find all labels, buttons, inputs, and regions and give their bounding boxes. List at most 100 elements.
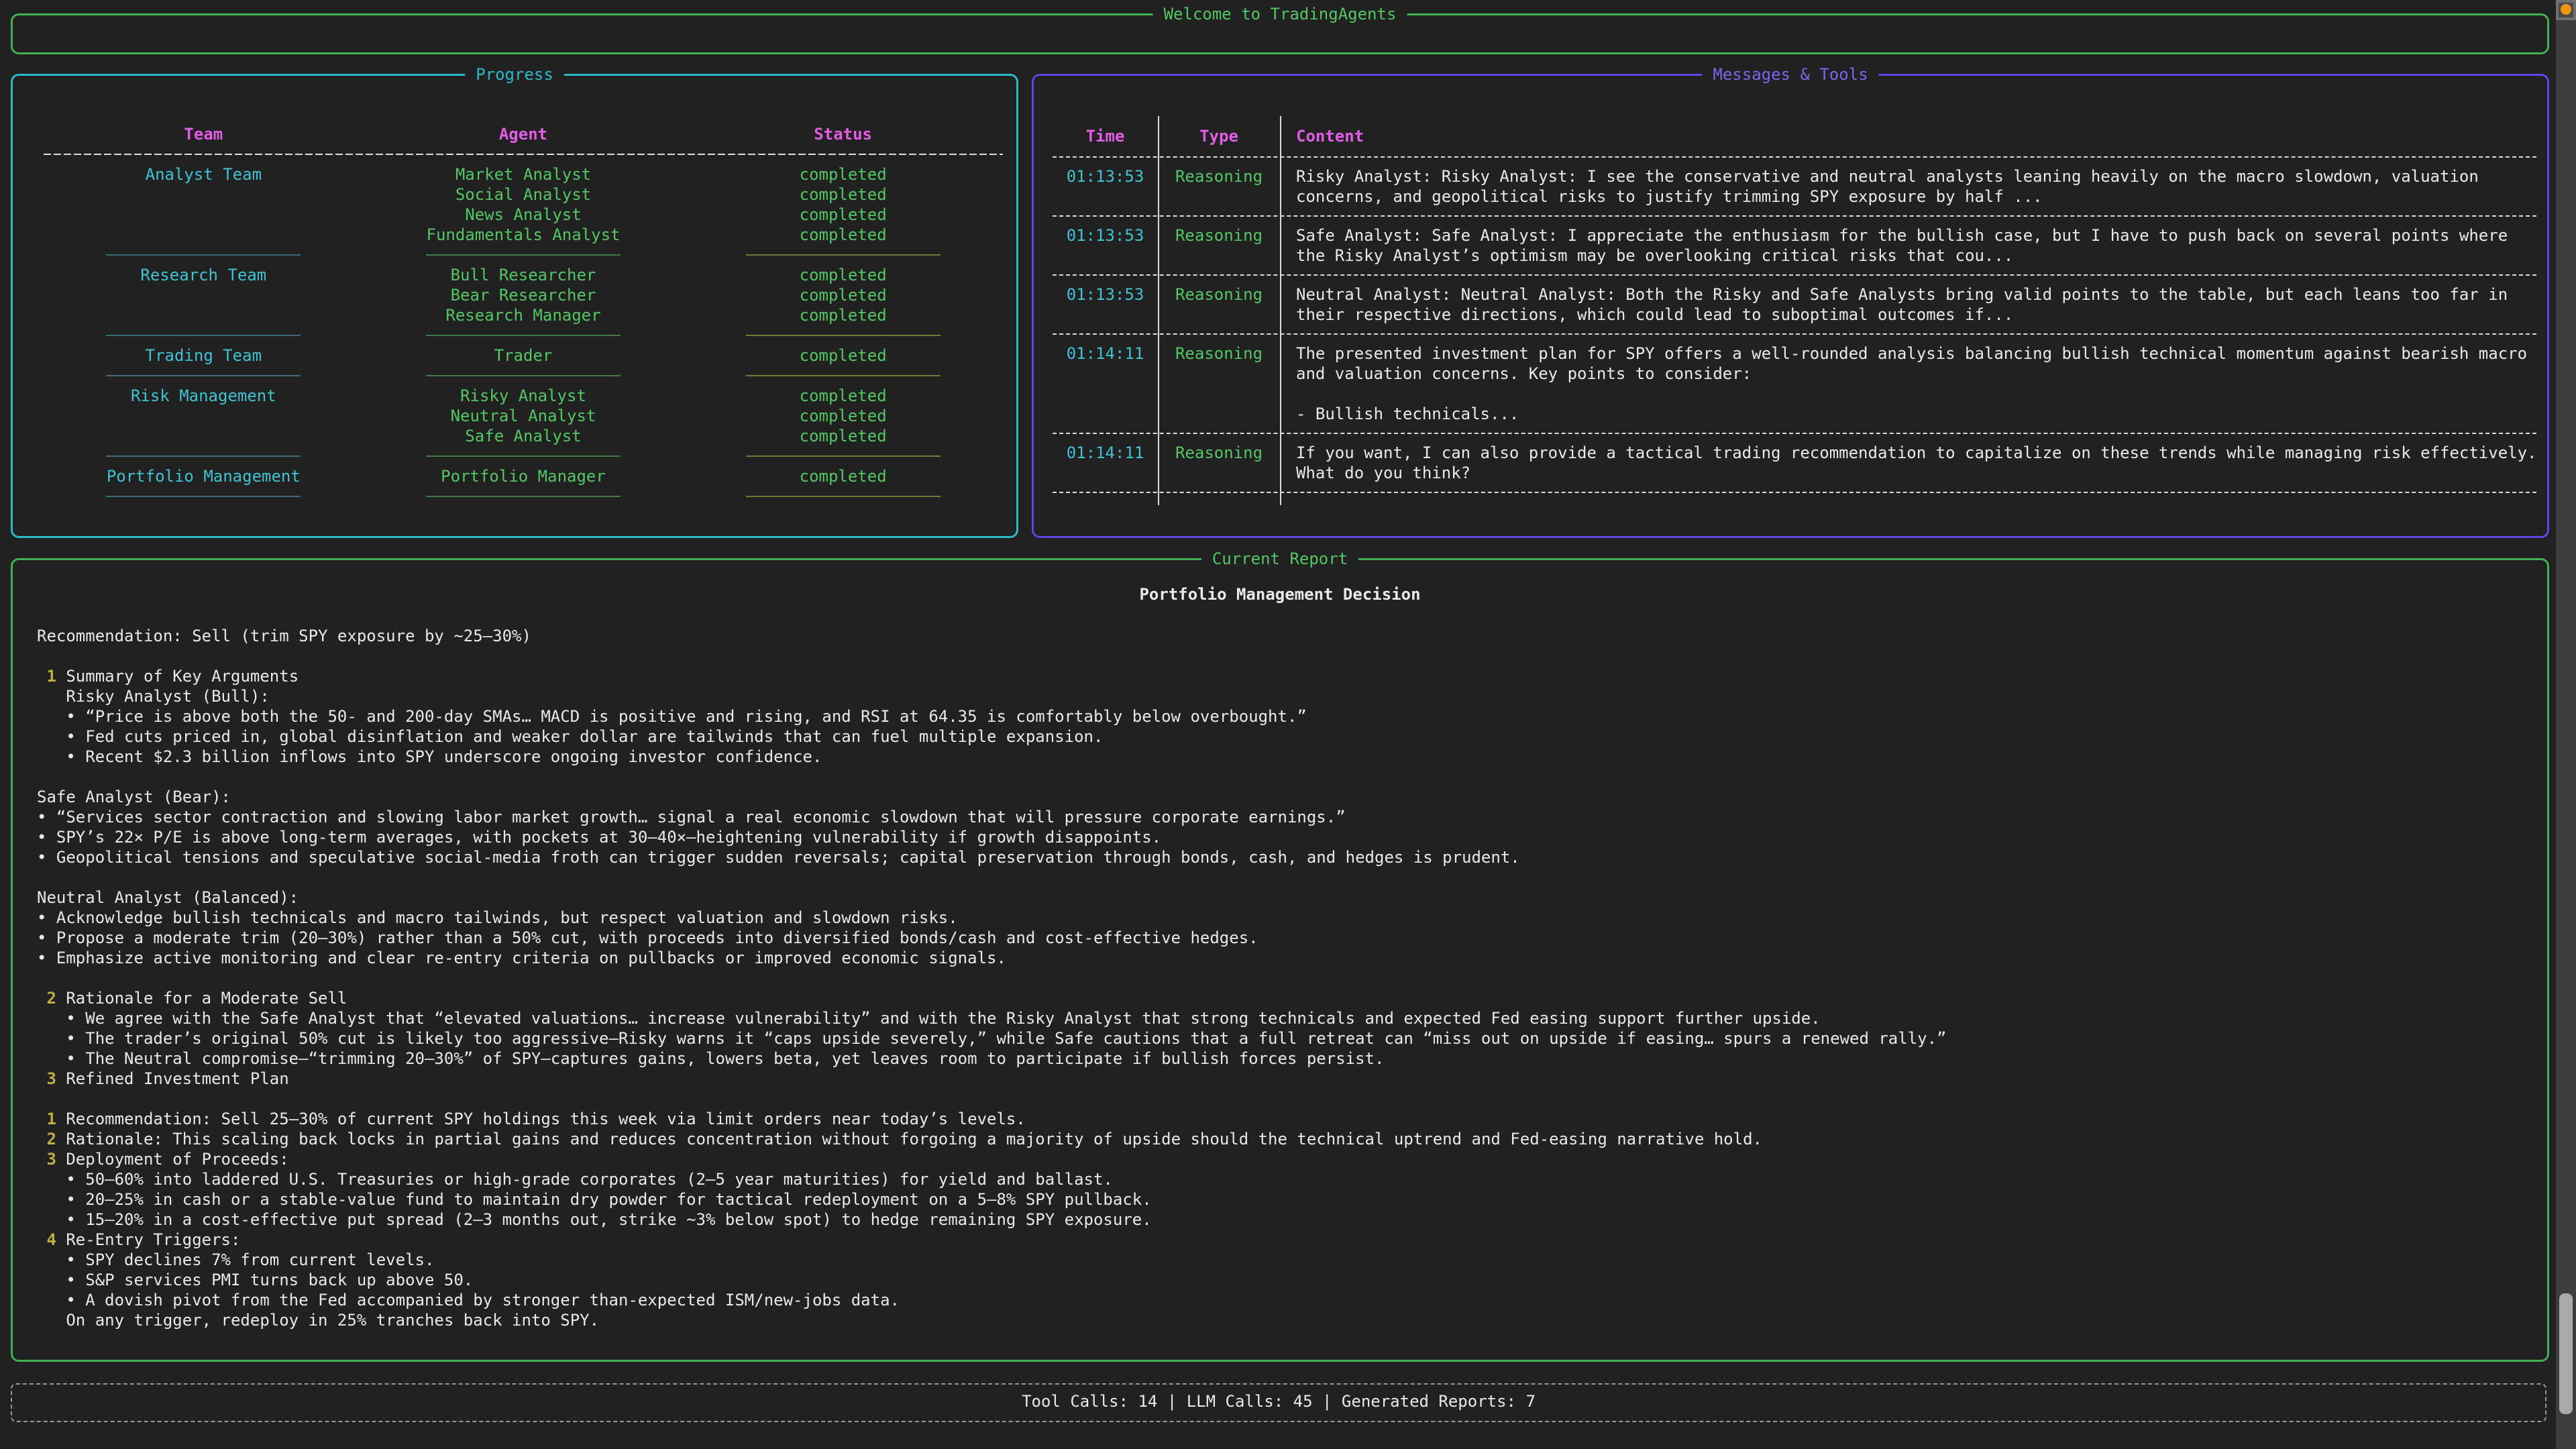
report-line: 3 Refined Investment Plan: [37, 1069, 2547, 1089]
list-number: 1: [46, 1110, 56, 1128]
message-content: Safe Analyst: Safe Analyst: I appreciate…: [1280, 225, 2536, 266]
messages-panel-title: Messages & Tools: [1702, 64, 1878, 85]
report-body: Recommendation: Sell (trim SPY exposure …: [13, 626, 2547, 1330]
status-cell: completed: [683, 466, 1003, 486]
message-line: - Bullish technicals...: [1296, 404, 2536, 424]
report-line: • 20–25% in cash or a stable-value fund …: [37, 1189, 2547, 1210]
status-cell: completed: [683, 265, 1003, 285]
separator-line: [746, 496, 941, 497]
report-line: • Acknowledge bullish technicals and mac…: [37, 908, 2547, 928]
separator-cell: [44, 486, 364, 506]
welcome-panel: Welcome to TradingAgents: [11, 13, 2549, 54]
scrollbar-thumb[interactable]: [2559, 1293, 2573, 1414]
message-content: If you want, I can also provide a tactic…: [1280, 443, 2536, 483]
report-line: • A dovish pivot from the Fed accompanie…: [37, 1290, 2547, 1310]
section-separator-row: [44, 325, 1003, 345]
progress-row: News Analystcompleted: [44, 205, 1003, 225]
separator-cell: [683, 446, 1003, 466]
message-line: and valuation concerns. Key points to co…: [1296, 364, 2536, 384]
progress-row: Portfolio ManagementPortfolio Managercom…: [44, 466, 1003, 486]
message-content: The presented investment plan for SPY of…: [1280, 343, 2536, 424]
report-line: On any trigger, redeploy in 25% tranches…: [37, 1310, 2547, 1330]
report-line: 1 Recommendation: Sell 25–30% of current…: [37, 1109, 2547, 1129]
separator-line: [746, 335, 941, 336]
column-divider: [1280, 116, 1281, 505]
team-cell: [44, 426, 364, 446]
list-number: 2: [46, 1130, 56, 1148]
agent-cell: News Analyst: [364, 205, 684, 225]
report-line: • Emphasize active monitoring and clear …: [37, 948, 2547, 968]
team-cell: [44, 285, 364, 305]
separator-cell: [44, 325, 364, 345]
status-cell: completed: [683, 285, 1003, 305]
agent-cell: Bear Researcher: [364, 285, 684, 305]
report-line: [37, 968, 2547, 988]
team-cell: [44, 205, 364, 225]
column-header-agent: Agent: [364, 124, 684, 144]
separator-cell: [364, 325, 684, 345]
separator-cell: [683, 325, 1003, 345]
report-line: • Recent $2.3 billion inflows into SPY u…: [37, 747, 2547, 767]
list-number: 4: [46, 1230, 56, 1249]
agent-cell: Bull Researcher: [364, 265, 684, 285]
report-line: 3 Deployment of Proceeds:: [37, 1149, 2547, 1169]
report-line: • The Neutral compromise—“trimming 20–30…: [37, 1049, 2547, 1069]
section-separator-row: [44, 366, 1003, 386]
message-time: 01:13:53: [1053, 225, 1158, 246]
status-cell: completed: [683, 205, 1003, 225]
message-line: Risky Analyst: Risky Analyst: I see the …: [1296, 166, 2536, 186]
status-cell: completed: [683, 345, 1003, 366]
separator-line: [426, 254, 621, 256]
agent-cell: Portfolio Manager: [364, 466, 684, 486]
progress-row: Analyst TeamMarket Analystcompleted: [44, 164, 1003, 184]
progress-row: Research TeamBull Researchercompleted: [44, 265, 1003, 285]
separator-line: [106, 496, 301, 497]
separator-cell: [44, 245, 364, 265]
section-separator-row: [44, 486, 1003, 506]
report-line: Neutral Analyst (Balanced):: [37, 888, 2547, 908]
team-cell: [44, 305, 364, 325]
progress-panel-title: Progress: [465, 64, 564, 85]
separator-cell: [44, 446, 364, 466]
report-line: 2 Rationale for a Moderate Sell: [37, 988, 2547, 1008]
list-number: 1: [46, 667, 56, 686]
report-line: • Propose a moderate trim (20–30%) rathe…: [37, 928, 2547, 948]
progress-row: Trading TeamTradercompleted: [44, 345, 1003, 366]
separator-line: [106, 254, 301, 256]
separator-cell: [683, 245, 1003, 265]
column-header-status: Status: [683, 124, 1003, 144]
report-line: Risky Analyst (Bull):: [37, 686, 2547, 706]
progress-row: Research Managercompleted: [44, 305, 1003, 325]
list-number: 2: [46, 989, 56, 1008]
report-line: [37, 646, 2547, 666]
progress-row: Social Analystcompleted: [44, 184, 1003, 205]
column-divider: [1158, 116, 1159, 505]
team-cell: [44, 184, 364, 205]
report-heading: Portfolio Management Decision: [13, 584, 2547, 604]
message-content: Risky Analyst: Risky Analyst: I see the …: [1280, 166, 2536, 207]
report-line: [37, 1089, 2547, 1109]
message-line: [1296, 384, 2536, 404]
progress-row: Risk ManagementRisky Analystcompleted: [44, 386, 1003, 406]
report-line: • Geopolitical tensions and speculative …: [37, 847, 2547, 867]
separator-line: [746, 455, 941, 457]
status-cell: completed: [683, 184, 1003, 205]
team-cell: Analyst Team: [44, 164, 364, 184]
separator-line: [426, 375, 621, 376]
section-separator-row: [44, 446, 1003, 466]
progress-row: Bear Researchercompleted: [44, 285, 1003, 305]
message-row: 01:13:53ReasoningRisky Analyst: Risky An…: [1053, 158, 2536, 217]
agent-cell: Fundamentals Analyst: [364, 225, 684, 245]
team-cell: Research Team: [44, 265, 364, 285]
message-line: their respective directions, which could…: [1296, 305, 2536, 325]
report-panel-title: Current Report: [1201, 549, 1358, 569]
status-cell: completed: [683, 305, 1003, 325]
message-type: Reasoning: [1158, 225, 1280, 246]
agent-cell: Risky Analyst: [364, 386, 684, 406]
progress-row: Fundamentals Analystcompleted: [44, 225, 1003, 245]
message-content: Neutral Analyst: Neutral Analyst: Both t…: [1280, 284, 2536, 325]
report-line: • The trader’s original 50% cut is likel…: [37, 1028, 2547, 1049]
separator-cell: [364, 486, 684, 506]
scrollbar[interactable]: [2556, 0, 2576, 1449]
report-line: • S&P services PMI turns back up above 5…: [37, 1270, 2547, 1290]
